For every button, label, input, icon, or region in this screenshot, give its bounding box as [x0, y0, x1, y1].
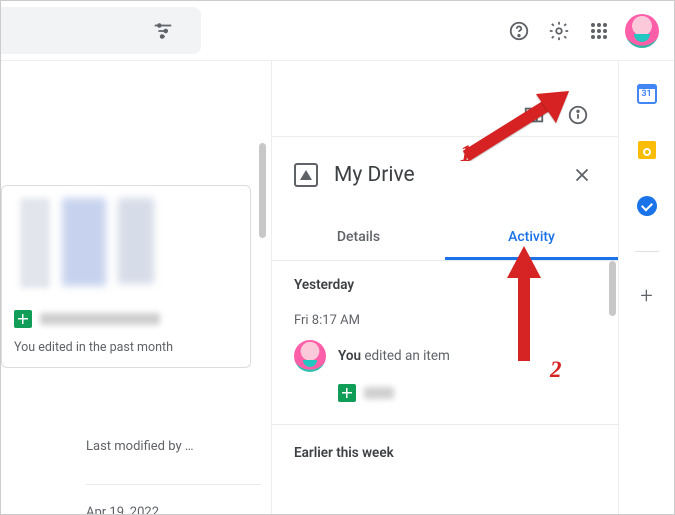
rail-divider	[635, 251, 659, 252]
search-filter-area[interactable]	[1, 7, 201, 54]
section-earlier: Earlier this week	[272, 429, 618, 477]
file-name-redacted	[40, 313, 160, 325]
apps-icon[interactable]	[579, 11, 619, 51]
tab-activity[interactable]: Activity	[445, 217, 618, 260]
tune-icon[interactable]	[143, 11, 183, 51]
activity-list: Yesterday Fri 8:17 AM You edited an item	[272, 261, 618, 514]
column-header-modified: Last modified by …	[86, 439, 261, 454]
info-icon[interactable]	[560, 97, 596, 133]
calendar-icon[interactable]	[636, 83, 658, 105]
entry-timestamp: Fri 8:17 AM	[294, 313, 596, 328]
entry-description: You edited an item	[338, 348, 450, 364]
file-list-meta: Last modified by … Apr 19, 2022	[1, 439, 261, 514]
scrollbar-thumb[interactable]	[259, 143, 266, 238]
account-avatar[interactable]	[625, 14, 659, 48]
file-card[interactable]: You edited in the past month	[1, 185, 251, 368]
sheets-icon	[338, 384, 356, 402]
panel-tabs: Details Activity	[272, 217, 618, 261]
grid-view-icon[interactable]	[516, 97, 552, 133]
details-panel-column: My Drive Details Activity Yesterday Fri …	[271, 61, 619, 514]
drive-icon	[294, 163, 318, 187]
top-toolbar	[1, 1, 674, 61]
close-icon[interactable]	[562, 155, 602, 195]
side-rail: +	[619, 61, 674, 514]
entry-file[interactable]	[338, 384, 596, 402]
file-activity-hint: You edited in the past month	[2, 340, 250, 367]
user-avatar	[294, 340, 326, 372]
panel-title: My Drive	[334, 163, 562, 187]
details-panel: My Drive Details Activity Yesterday Fri …	[272, 136, 618, 514]
scrollbar-thumb[interactable]	[609, 261, 616, 316]
file-preview	[2, 186, 250, 300]
add-addon-icon[interactable]: +	[636, 286, 658, 308]
modified-date: Apr 19, 2022	[86, 505, 261, 514]
keep-icon[interactable]	[636, 139, 658, 161]
tab-details[interactable]: Details	[272, 217, 445, 260]
section-yesterday: Yesterday	[272, 261, 618, 309]
activity-entry: Fri 8:17 AM You edited an item	[272, 309, 618, 420]
tasks-icon[interactable]	[636, 195, 658, 217]
suggestions-column: You edited in the past month Last modifi…	[1, 61, 271, 514]
help-icon[interactable]	[499, 11, 539, 51]
sheets-icon	[14, 310, 32, 328]
file-name-redacted	[364, 387, 394, 399]
settings-icon[interactable]	[539, 11, 579, 51]
